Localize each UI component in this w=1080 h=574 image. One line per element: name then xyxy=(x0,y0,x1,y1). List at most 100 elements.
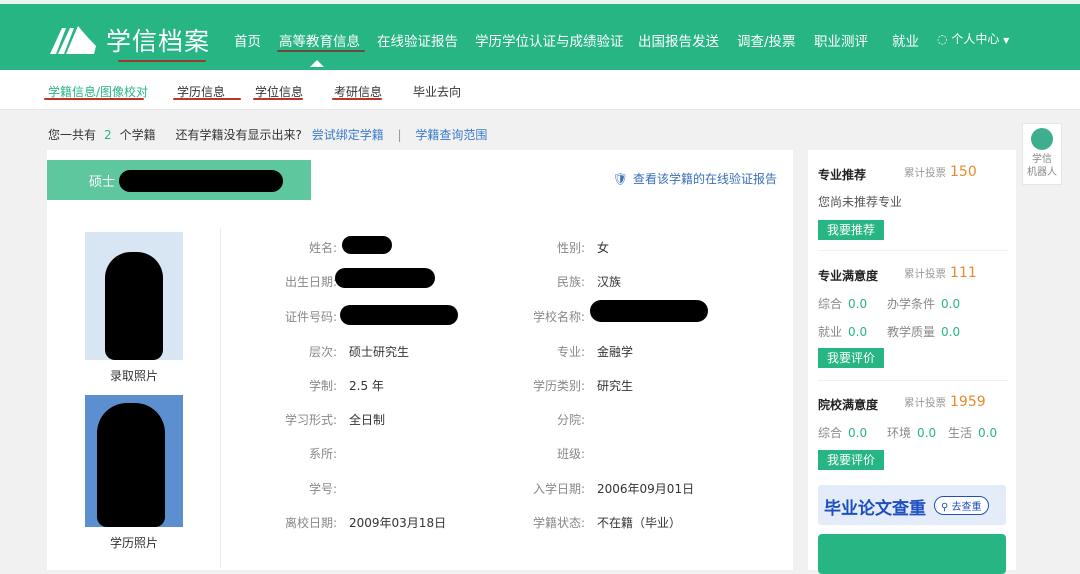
field-label: 学校名称: xyxy=(532,310,585,324)
recommend-text: 您尚未推荐专业 xyxy=(818,195,903,209)
robot-icon xyxy=(1031,128,1053,150)
separator: | xyxy=(397,128,402,142)
search-icon: ⚲ xyxy=(941,502,949,513)
enrollment-photo xyxy=(85,232,183,360)
votes-label: 累计投票 xyxy=(904,167,946,179)
divider xyxy=(818,380,1008,381)
field-value: 全日制 xyxy=(349,413,386,427)
record-tab-label: 硕士 xyxy=(89,175,116,190)
nav-online-verification[interactable]: 在线验证报告 xyxy=(377,30,458,50)
redaction xyxy=(340,305,458,325)
rate-school-button[interactable]: 我要评价 xyxy=(818,450,884,470)
school-votes: 累计投票 1959 xyxy=(904,394,986,410)
nav-survey[interactable]: 调查/投票 xyxy=(737,30,796,50)
votes-label: 累计投票 xyxy=(904,268,946,280)
school-satisfaction-title: 院校满意度 xyxy=(818,398,879,412)
graduation-photo xyxy=(85,395,183,527)
field-label: 系所: xyxy=(308,447,337,461)
robot-label: 学信 xyxy=(1032,154,1052,165)
redaction xyxy=(342,236,392,254)
nav-certification[interactable]: 学历学位认证与成绩验证 xyxy=(475,30,624,50)
banner-check-button[interactable]: ⚲ 去查重 xyxy=(934,496,989,515)
field-label: 班级: xyxy=(556,447,585,461)
field-label: 学习形式: xyxy=(284,413,337,427)
votes-count: 150 xyxy=(950,164,977,180)
field-label: 学籍状态: xyxy=(532,516,585,530)
record-count-info: 您一共有 2 个学籍 还有学籍没有显示出来? 尝试绑定学籍 | 学籍查询范围 xyxy=(48,126,487,143)
nav-home[interactable]: 首页 xyxy=(234,30,261,50)
field-value: 2.5 年 xyxy=(349,379,384,393)
field-value: 2009年03月18日 xyxy=(349,516,447,530)
field-value: 硕士研究生 xyxy=(349,345,410,359)
field-label: 专业: xyxy=(556,345,585,359)
field-label: 性别: xyxy=(556,241,585,255)
nav-higher-education[interactable]: 高等教育信息 xyxy=(279,30,360,50)
redaction xyxy=(590,300,708,322)
logo[interactable]: 学信档案 xyxy=(48,22,210,58)
logo-text: 学信档案 xyxy=(106,27,211,56)
redaction xyxy=(335,268,435,288)
field-label: 层次: xyxy=(308,345,337,359)
field-value: 金融学 xyxy=(597,345,634,359)
field-label: 学号: xyxy=(308,482,337,496)
field-label: 离校日期: xyxy=(284,516,337,530)
score-employment: 就业 0.0 xyxy=(818,325,868,339)
banner-title: 毕业论文查重 xyxy=(824,499,926,519)
votes-count: 1959 xyxy=(950,394,986,410)
score-teaching: 教学质量 0.0 xyxy=(887,325,961,339)
major-votes: 累计投票 111 xyxy=(904,265,977,281)
rate-major-button[interactable]: 我要评价 xyxy=(818,348,884,368)
score-conditions: 办学条件 0.0 xyxy=(887,297,961,311)
field-label: 学历类别: xyxy=(532,379,585,393)
field-label: 民族: xyxy=(556,275,585,289)
sub-nav: 学籍信息/图像校对 学历信息 学位信息 考研信息 毕业去向 xyxy=(0,70,1080,110)
field-label: 姓名: xyxy=(308,241,337,255)
score-life: 生活 0.0 xyxy=(948,426,998,440)
field-value: 不在籍（毕业） xyxy=(597,516,682,530)
query-scope-link[interactable]: 学籍查询范围 xyxy=(415,128,487,142)
header: 学信档案 首页 高等教育信息 在线验证报告 学历学位认证与成绩验证 出国报告发送… xyxy=(0,4,1080,70)
nav-overseas-report[interactable]: 出国报告发送 xyxy=(638,30,719,50)
field-label: 分院: xyxy=(556,413,585,427)
verify-report-label: 查看该学籍的在线验证报告 xyxy=(632,172,777,186)
redaction xyxy=(119,170,283,192)
field-value: 女 xyxy=(597,241,610,255)
thesis-check-banner[interactable]: 毕业论文查重 ⚲ 去查重 xyxy=(818,485,1006,525)
user-icon: ◌ xyxy=(937,32,948,46)
nav-career-test[interactable]: 职业测评 xyxy=(814,30,868,50)
annotation-underline xyxy=(253,98,303,100)
info-suffix: 个学籍 xyxy=(119,128,156,142)
subnav-destination[interactable]: 毕业去向 xyxy=(413,83,461,100)
active-nav-caret xyxy=(310,60,324,67)
bottom-action-button[interactable] xyxy=(818,534,1006,574)
robot-assistant[interactable]: 学信 机器人 xyxy=(1022,123,1062,185)
nav-employment[interactable]: 就业 xyxy=(892,30,919,50)
annotation-underline xyxy=(118,60,206,62)
field-label: 出生日期: xyxy=(284,275,337,289)
field-label: 证件号码: xyxy=(284,310,337,324)
enrollment-photo-label: 录取照片 xyxy=(109,369,158,383)
info-prefix: 您一共有 xyxy=(48,128,97,142)
score-overall: 综合 0.0 xyxy=(818,297,868,311)
field-label: 学制: xyxy=(308,379,337,393)
score-environment: 环境 0.0 xyxy=(887,426,937,440)
recommend-button[interactable]: 我要推荐 xyxy=(818,220,884,240)
record-card: 硕士 🛡 查看该学籍的在线验证报告 录取照片 学历照片 姓名: 出生日期: 证件号码:… xyxy=(47,150,793,570)
shield-icon: 🛡 xyxy=(612,171,628,186)
bind-record-link[interactable]: 尝试绑定学籍 xyxy=(312,128,384,142)
score-overall: 综合 0.0 xyxy=(818,426,868,440)
logo-book-icon xyxy=(50,26,96,54)
chevron-down-icon: ▼ xyxy=(1003,36,1010,45)
robot-label: 机器人 xyxy=(1027,167,1057,178)
field-label: 入学日期: xyxy=(532,482,585,496)
divider xyxy=(818,250,1008,251)
banner-button-label: 去查重 xyxy=(951,502,982,513)
annotation-underline xyxy=(332,98,382,100)
annotation-underline xyxy=(277,50,365,52)
verify-report-link[interactable]: 🛡 查看该学籍的在线验证报告 xyxy=(613,170,777,187)
major-recommend-title: 专业推荐 xyxy=(818,168,867,182)
field-value: 2006年09月01日 xyxy=(597,482,695,496)
user-menu[interactable]: ◌ 个人中心 ▼ xyxy=(937,30,1009,47)
annotation-underline xyxy=(173,98,241,100)
major-satisfaction-title: 专业满意度 xyxy=(818,269,879,283)
